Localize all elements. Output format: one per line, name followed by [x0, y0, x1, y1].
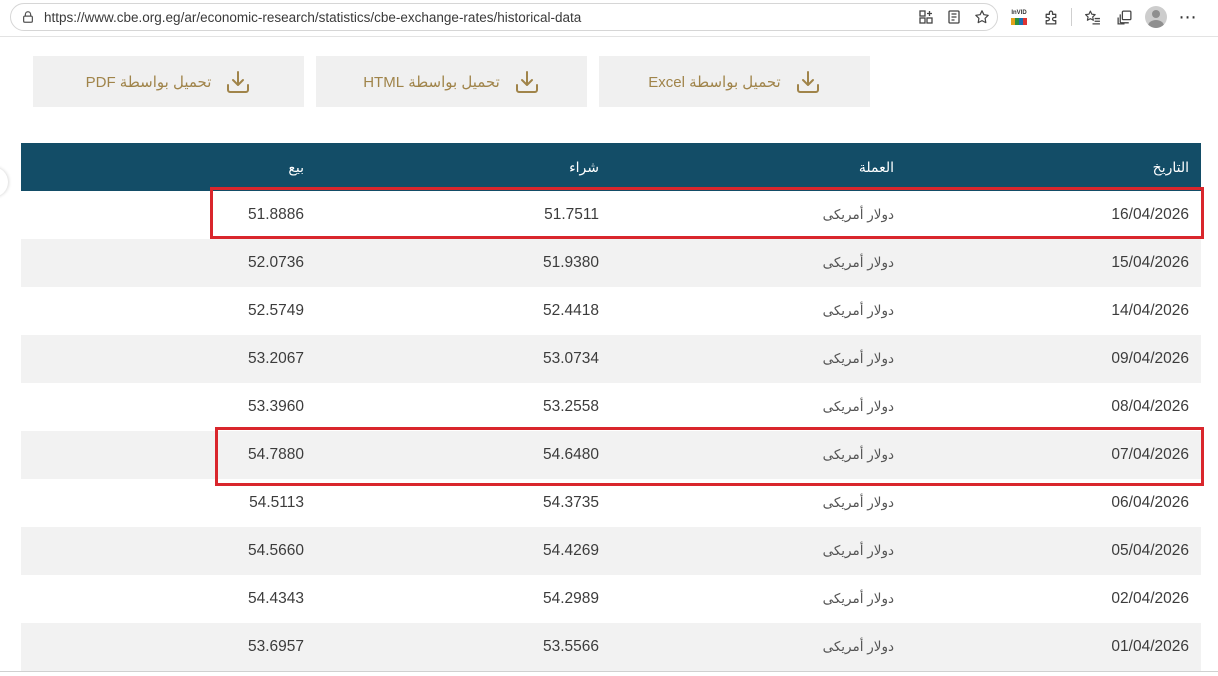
cell-date: 16/04/2026	[1111, 206, 1189, 223]
download-icon	[514, 69, 540, 95]
cell-currency: دولار أمريكى	[822, 207, 894, 222]
download-excel-label: تحميل بواسطة Excel	[648, 73, 781, 91]
profile-avatar[interactable]	[1143, 5, 1169, 29]
cell-sell: 53.3960	[247, 398, 304, 415]
cell-buy: 52.4418	[542, 302, 599, 319]
more-menu-label: ⋯	[1178, 6, 1198, 27]
table-row: 06/04/2026 دولار أمريكى 54.3735 54.5113	[21, 479, 1201, 527]
cell-date: 05/04/2026	[1111, 542, 1189, 559]
cell-sell: 52.5749	[247, 302, 304, 319]
invid-extension-icon[interactable]: InVID	[1006, 5, 1032, 29]
cell-buy: 54.4269	[542, 542, 599, 559]
invid-label: InVID	[1011, 9, 1027, 16]
side-panel-tab[interactable]	[0, 167, 8, 197]
site-info-icon[interactable]	[21, 10, 35, 24]
cell-sell: 53.6957	[247, 638, 304, 655]
cell-sell: 52.0736	[247, 254, 304, 271]
cell-currency: دولار أمريكى	[822, 495, 894, 510]
cell-sell: 54.7880	[247, 446, 304, 463]
download-pdf-button[interactable]: تحميل بواسطة PDF	[33, 56, 304, 107]
favorite-star-icon[interactable]	[971, 7, 993, 27]
download-pdf-label: تحميل بواسطة PDF	[85, 73, 212, 91]
cell-sell: 51.8886	[247, 206, 304, 223]
cell-currency: دولار أمريكى	[822, 447, 894, 462]
header-date[interactable]: التاريخ	[906, 143, 1201, 191]
exchange-rates-table: التاريخ العملة شراء بيع 16/04/2026 دولار…	[21, 143, 1201, 671]
table-row: 16/04/2026 دولار أمريكى 51.7511 51.8886	[21, 191, 1201, 239]
url-text[interactable]: https://www.cbe.org.eg/ar/economic-resea…	[44, 10, 581, 25]
cell-currency: دولار أمريكى	[822, 543, 894, 558]
cell-buy: 51.9380	[542, 254, 599, 271]
cell-currency: دولار أمريكى	[822, 303, 894, 318]
cell-sell: 54.5113	[249, 494, 304, 511]
cell-date: 07/04/2026	[1111, 446, 1189, 463]
bottom-divider	[0, 671, 1218, 672]
download-icon	[795, 69, 821, 95]
cell-date: 09/04/2026	[1111, 350, 1189, 367]
cell-date: 08/04/2026	[1111, 398, 1189, 415]
cell-buy: 54.3735	[542, 494, 599, 511]
cell-sell: 54.5660	[247, 542, 304, 559]
header-sell[interactable]: بيع	[21, 143, 316, 191]
cell-buy: 54.6480	[542, 446, 599, 463]
table-row: 05/04/2026 دولار أمريكى 54.4269 54.5660	[21, 527, 1201, 575]
cell-date: 14/04/2026	[1111, 302, 1189, 319]
table-row: 07/04/2026 دولار أمريكى 54.6480 54.7880	[21, 431, 1201, 479]
header-buy[interactable]: شراء	[316, 143, 611, 191]
download-excel-button[interactable]: تحميل بواسطة Excel	[599, 56, 870, 107]
more-menu-icon[interactable]: ⋯	[1175, 5, 1201, 29]
cell-date: 02/04/2026	[1111, 590, 1189, 607]
download-html-label: تحميل بواسطة HTML	[363, 73, 500, 91]
cell-date: 06/04/2026	[1111, 494, 1189, 511]
cell-buy: 51.7511	[544, 206, 599, 223]
cell-buy: 53.2558	[542, 398, 599, 415]
table-row: 14/04/2026 دولار أمريكى 52.4418 52.5749	[21, 287, 1201, 335]
favorites-list-icon[interactable]	[1079, 5, 1105, 29]
table-header-row: التاريخ العملة شراء بيع	[21, 143, 1201, 191]
extensions-puzzle-icon[interactable]	[1038, 5, 1064, 29]
browser-toolbar: https://www.cbe.org.eg/ar/economic-resea…	[0, 0, 1218, 37]
cell-date: 01/04/2026	[1111, 638, 1189, 655]
cell-sell: 54.4343	[247, 590, 304, 607]
cell-currency: دولار أمريكى	[822, 591, 894, 606]
table-row: 02/04/2026 دولار أمريكى 54.2989 54.4343	[21, 575, 1201, 623]
table-row: 08/04/2026 دولار أمريكى 53.2558 53.3960	[21, 383, 1201, 431]
reader-view-icon[interactable]	[943, 7, 965, 27]
cell-currency: دولار أمريكى	[822, 351, 894, 366]
cell-buy: 53.5566	[542, 638, 599, 655]
toolbar-separator	[1071, 8, 1072, 26]
address-bar[interactable]: https://www.cbe.org.eg/ar/economic-resea…	[10, 3, 998, 31]
table-row: 09/04/2026 دولار أمريكى 53.0734 53.2067	[21, 335, 1201, 383]
cell-currency: دولار أمريكى	[822, 255, 894, 270]
table-row: 15/04/2026 دولار أمريكى 51.9380 52.0736	[21, 239, 1201, 287]
cell-buy: 53.0734	[542, 350, 599, 367]
download-icon	[225, 69, 251, 95]
cell-currency: دولار أمريكى	[822, 399, 894, 414]
collections-icon[interactable]	[1111, 5, 1137, 29]
cell-date: 15/04/2026	[1111, 254, 1189, 271]
cell-currency: دولار أمريكى	[822, 639, 894, 654]
app-available-icon[interactable]	[915, 7, 937, 27]
cell-sell: 53.2067	[247, 350, 304, 367]
cell-buy: 54.2989	[542, 590, 599, 607]
header-currency[interactable]: العملة	[611, 143, 906, 191]
download-html-button[interactable]: تحميل بواسطة HTML	[316, 56, 587, 107]
table-row: 01/04/2026 دولار أمريكى 53.5566 53.6957	[21, 623, 1201, 671]
